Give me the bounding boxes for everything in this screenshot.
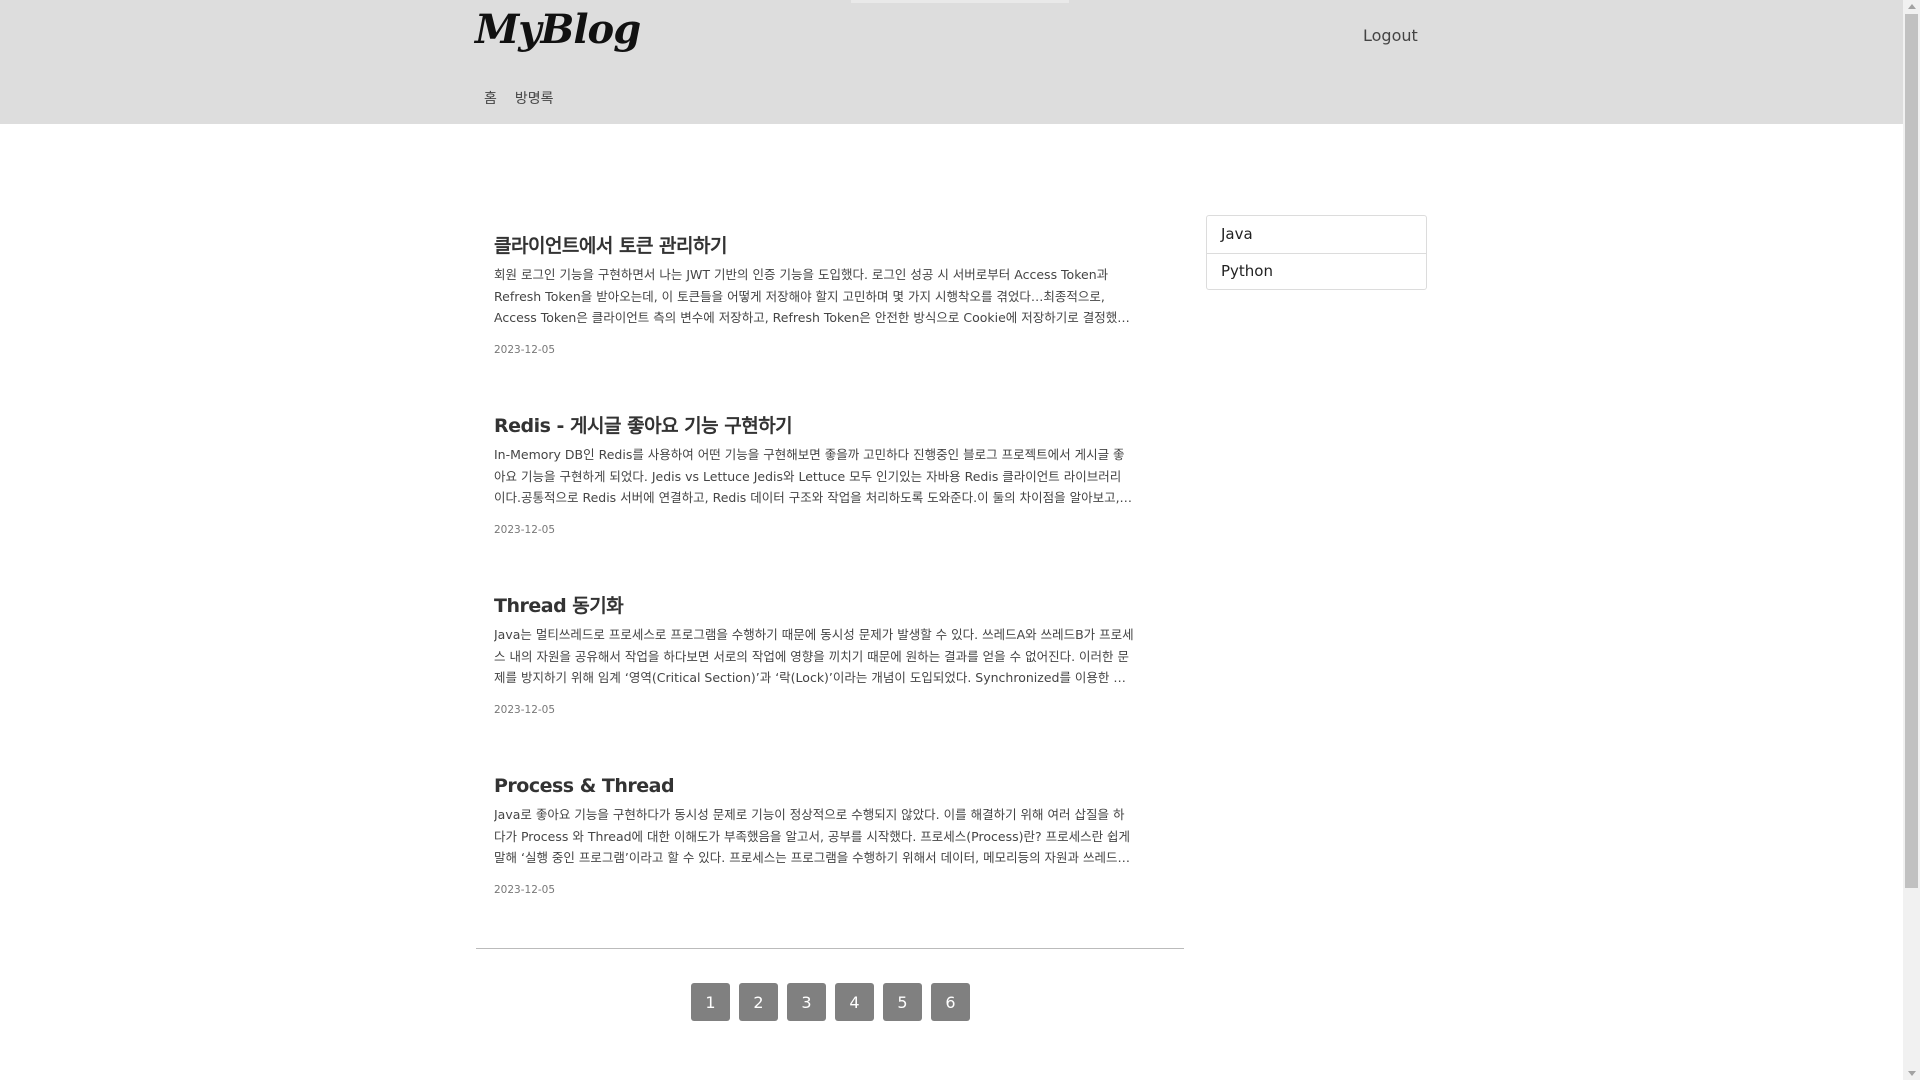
page-button-5[interactable]: 5 [883, 983, 922, 1021]
post-item[interactable]: Redis - 게시글 좋아요 기능 구현하기 In-Memory DB인 Re… [494, 412, 1134, 592]
content-divider [476, 948, 1184, 949]
post-item[interactable]: Process & Thread Java로 좋아요 기능을 구현하다가 동시성… [494, 772, 1134, 952]
nav-guestbook-link[interactable]: 방명록 [506, 88, 563, 108]
main-nav: 홈 방명록 [475, 88, 563, 108]
category-item-python[interactable]: Python [1207, 252, 1426, 290]
page-button-6[interactable]: 6 [931, 983, 970, 1021]
category-item-java[interactable]: Java [1207, 216, 1426, 253]
post-excerpt: Java로 좋아요 기능을 구현하다가 동시성 문제로 기능이 정상적으로 수행… [494, 807, 1131, 865]
page-button-4[interactable]: 4 [835, 983, 874, 1021]
page-button-2[interactable]: 2 [739, 983, 778, 1021]
scrollbar-thumb[interactable] [1905, 14, 1918, 888]
page-button-1[interactable]: 1 [691, 983, 730, 1021]
page-button-3[interactable]: 3 [787, 983, 826, 1021]
header-tab-indicator [851, 0, 1069, 3]
site-logo[interactable]: MyBlog [475, 6, 641, 53]
post-item[interactable]: 클라이언트에서 토큰 관리하기 회원 로그인 기능을 구현하면서 나는 JWT … [494, 232, 1134, 412]
post-excerpt: 회원 로그인 기능을 구현하면서 나는 JWT 기반의 인증 기능을 도입했다.… [494, 267, 1133, 325]
post-date: 2023-12-05 [494, 524, 556, 536]
post-title[interactable]: Thread 동기화 [494, 592, 1134, 620]
post-date: 2023-12-05 [494, 704, 556, 716]
post-date: 2023-12-05 [494, 344, 556, 356]
post-excerpt: In-Memory DB인 Redis를 사용하여 어떤 기능을 구현해보면 좋… [494, 447, 1125, 505]
post-excerpt: Java는 멀티쓰레드로 프로세스로 프로그램을 수행하기 때문에 동시성 문제… [494, 627, 1134, 685]
nav-home-link[interactable]: 홈 [475, 88, 506, 108]
post-title[interactable]: Redis - 게시글 좋아요 기능 구현하기 [494, 412, 1134, 440]
pagination: 1 2 3 4 5 6 [691, 983, 970, 1021]
category-sidebar: Java Python [1206, 215, 1427, 290]
logout-link[interactable]: Logout [1363, 26, 1418, 45]
vertical-scrollbar[interactable] [1903, 0, 1920, 1080]
post-title[interactable]: 클라이언트에서 토큰 관리하기 [494, 232, 1134, 260]
scroll-up-arrow-icon[interactable] [1908, 4, 1916, 9]
post-date: 2023-12-05 [494, 884, 556, 896]
post-item[interactable]: Thread 동기화 Java는 멀티쓰레드로 프로세스로 프로그램을 수행하기… [494, 592, 1134, 772]
post-title[interactable]: Process & Thread [494, 772, 1134, 800]
post-list: 클라이언트에서 토큰 관리하기 회원 로그인 기능을 구현하면서 나는 JWT … [494, 232, 1134, 952]
scroll-down-arrow-icon[interactable] [1908, 1071, 1916, 1076]
site-header: MyBlog Logout 홈 방명록 [0, 0, 1903, 124]
